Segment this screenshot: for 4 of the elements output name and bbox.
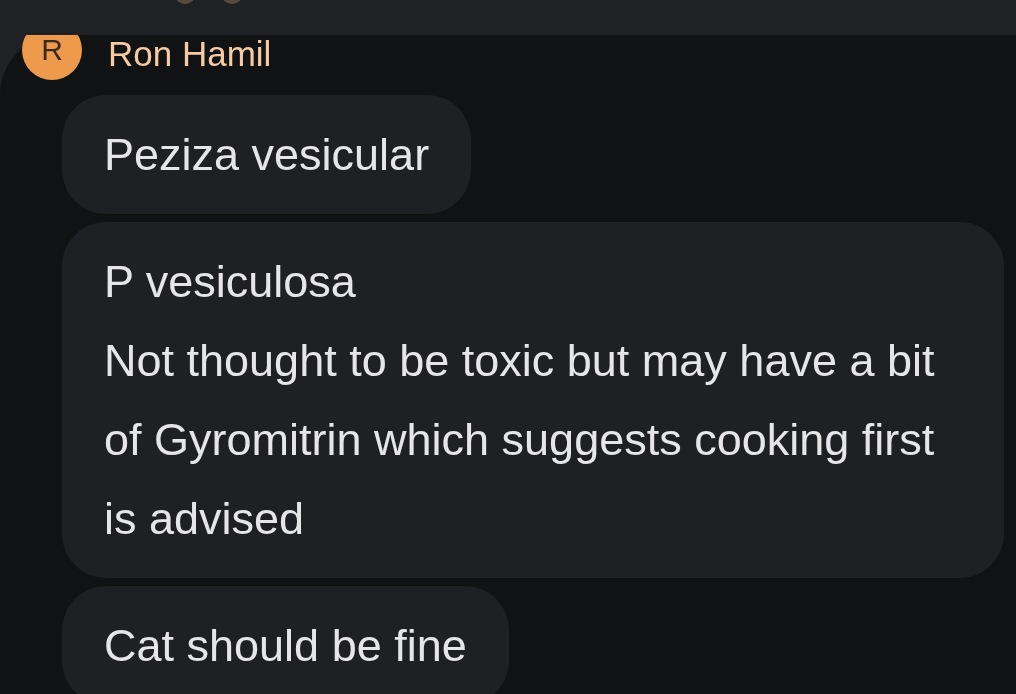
message-bubble: Cat should be fine (62, 586, 509, 694)
message-bubble: Peziza vesicular (62, 95, 472, 214)
sender-name: Ron Hamil (108, 34, 272, 74)
message-bubble: P vesiculosa Not thought to be toxic but may have a bit of Gyromitrin which suggests cooking first is advised (62, 222, 1004, 578)
